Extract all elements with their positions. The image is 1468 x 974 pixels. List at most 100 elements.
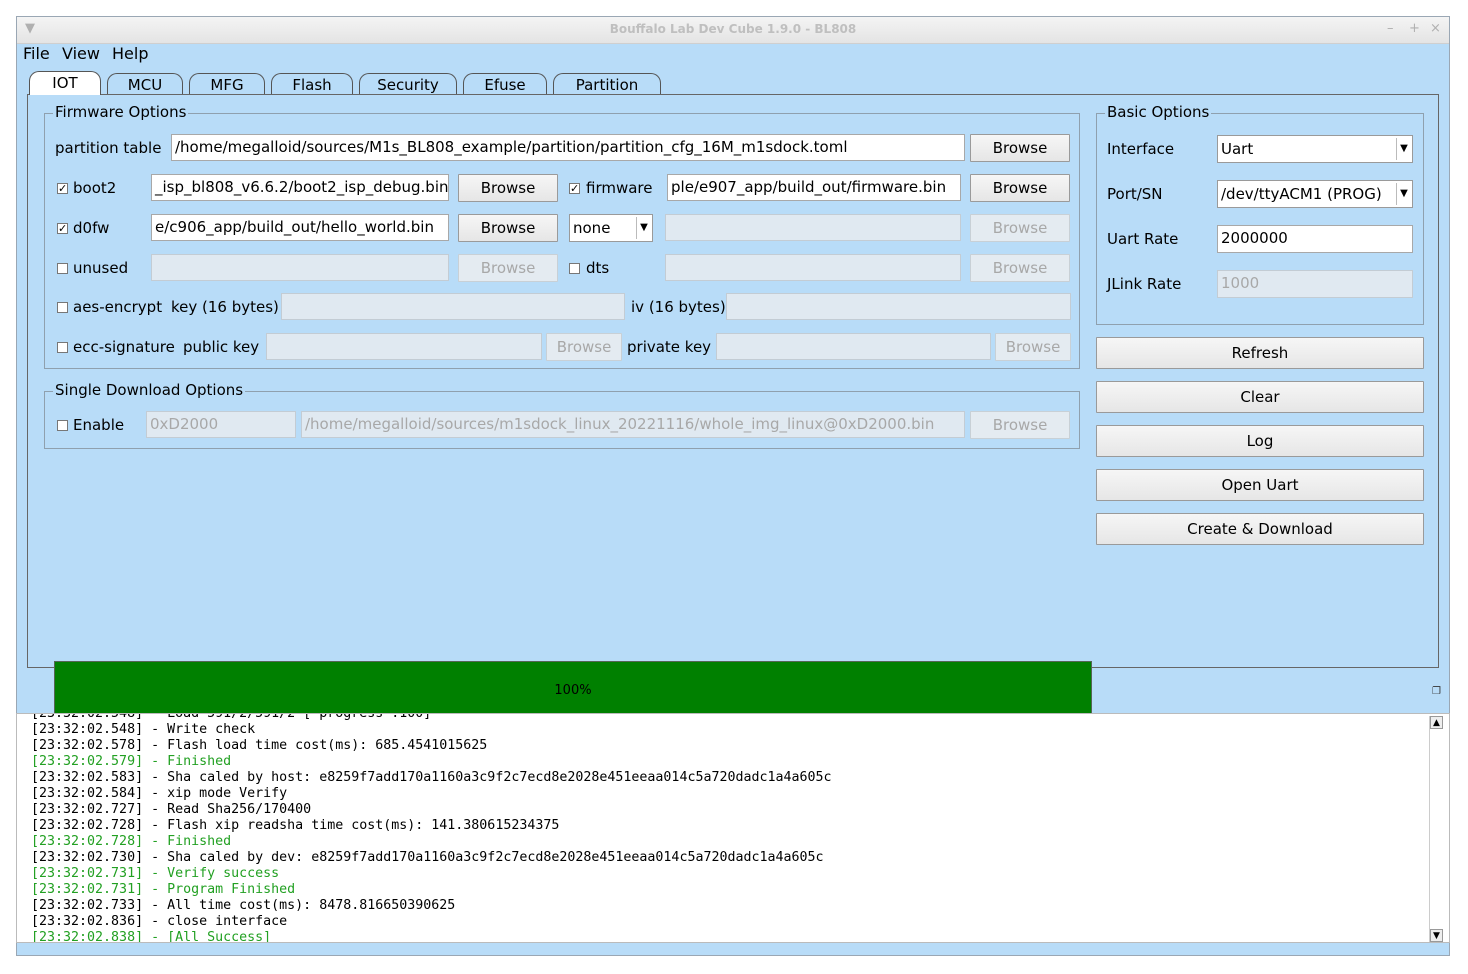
tab-panel: Firmware Options partition table /home/m… [27, 94, 1439, 721]
jlink-rate-label: JLink Rate [1107, 275, 1182, 293]
single-browse-button[interactable]: Browse [970, 411, 1070, 439]
tab-partition[interactable]: Partition [553, 73, 661, 95]
firmware-browse-button[interactable]: Browse [970, 174, 1070, 202]
interface-value: Uart [1221, 140, 1254, 158]
public-key-browse-button[interactable]: Browse [546, 333, 622, 361]
boot2-checkbox[interactable]: ✓ [57, 183, 68, 194]
tab-iot[interactable]: IOT [29, 71, 101, 95]
boot2-input[interactable]: _isp_bl808_v6.6.2/boot2_isp_debug.bin [151, 174, 449, 201]
log-panel[interactable]: [23:32:02.548] - Load 591/2/591/2 [ prog… [16, 713, 1450, 943]
dts-label: dts [586, 259, 610, 277]
single-download-title: Single Download Options [53, 381, 246, 399]
close-icon[interactable]: × [1430, 21, 1441, 36]
dts-input [665, 254, 961, 281]
public-key-label: public key [183, 338, 260, 356]
extra-image-browse-button[interactable]: Browse [970, 214, 1070, 242]
d0fw-label: d0fw [73, 219, 110, 237]
tab-security[interactable]: Security [359, 73, 457, 95]
ecc-signature-checkbox[interactable] [57, 342, 68, 353]
unused-browse-button[interactable]: Browse [458, 254, 558, 282]
firmware-options-title: Firmware Options [53, 103, 189, 121]
log-scrollbar[interactable]: ▲ ▼ [1429, 716, 1443, 942]
log-line: [23:32:02.727] - Read Sha256/170400 [31, 802, 312, 817]
partition-table-input[interactable]: /home/megalloid/sources/M1s_BL808_exampl… [171, 134, 965, 161]
restore-icon[interactable]: ❐ [1432, 686, 1444, 698]
log-line: [23:32:02.548] - Load 591/2/591/2 [ prog… [31, 713, 432, 721]
maximize-icon[interactable]: + [1409, 21, 1420, 36]
menu-bar: File View Help [17, 43, 1449, 65]
log-line: [23:32:02.730] - Sha caled by dev: e8259… [31, 850, 824, 865]
scroll-up-icon[interactable]: ▲ [1430, 716, 1443, 729]
log-line: [23:32:02.836] - close interface [31, 914, 288, 929]
d0fw-browse-button[interactable]: Browse [458, 214, 558, 242]
dts-browse-button[interactable]: Browse [970, 254, 1070, 282]
aes-encrypt-label: aes-encrypt [73, 298, 163, 316]
open-uart-button[interactable]: Open Uart [1096, 469, 1424, 501]
interface-label: Interface [1107, 140, 1175, 158]
tab-mcu[interactable]: MCU [107, 73, 183, 95]
single-enable-checkbox[interactable] [57, 420, 68, 431]
d0fw-checkbox[interactable]: ✓ [57, 223, 68, 234]
log-line: [23:32:02.728] - Flash xip readsha time … [31, 818, 560, 833]
partition-table-label: partition table [55, 139, 162, 157]
log-line: [23:32:02.548] - Write check [31, 722, 256, 737]
firmware-options-frame: Firmware Options partition table /home/m… [44, 103, 1080, 369]
dts-checkbox[interactable] [569, 263, 580, 274]
log-line: [23:32:02.728] - Finished [31, 834, 232, 849]
chevron-down-icon[interactable]: ▼ [1396, 183, 1411, 205]
minimize-icon[interactable]: – [1387, 21, 1394, 36]
log-line: [23:32:02.731] - Verify success [31, 866, 280, 881]
extra-image-input [665, 214, 961, 241]
progress-text: 100% [554, 683, 592, 698]
log-line: [23:32:02.578] - Flash load time cost(ms… [31, 738, 488, 753]
firmware-label: firmware [586, 179, 653, 197]
log-line: [23:32:02.731] - Program Finished [31, 882, 296, 897]
clear-button[interactable]: Clear [1096, 381, 1424, 413]
ecc-signature-label: ecc-signature [73, 338, 175, 356]
port-select[interactable]: /dev/ttyACM1 (PROG) ▼ [1217, 180, 1413, 208]
extra-image-select[interactable]: none ▼ [569, 214, 653, 242]
aes-encrypt-checkbox[interactable] [57, 302, 68, 313]
menu-file[interactable]: File [23, 44, 50, 63]
firmware-checkbox[interactable]: ✓ [569, 183, 580, 194]
chevron-down-icon[interactable]: ▼ [636, 217, 651, 239]
public-key-input [266, 333, 542, 360]
single-path-input[interactable]: /home/megalloid/sources/m1sdock_linux_20… [301, 411, 965, 438]
interface-select[interactable]: Uart ▼ [1217, 135, 1413, 163]
log-line: [23:32:02.579] - Finished [31, 754, 232, 769]
refresh-button[interactable]: Refresh [1096, 337, 1424, 369]
log-button[interactable]: Log [1096, 425, 1424, 457]
boot2-label: boot2 [73, 179, 117, 197]
create-download-button[interactable]: Create & Download [1096, 513, 1424, 545]
unused-input [151, 254, 449, 281]
chevron-down-icon[interactable]: ▼ [1396, 138, 1411, 160]
log-line: [23:32:02.584] - xip mode Verify [31, 786, 288, 801]
partition-browse-button[interactable]: Browse [970, 134, 1070, 162]
single-address-input[interactable]: 0xD2000 [146, 411, 296, 438]
boot2-browse-button[interactable]: Browse [458, 174, 558, 202]
private-key-input [716, 333, 991, 360]
scroll-down-icon[interactable]: ▼ [1430, 929, 1443, 942]
uart-rate-label: Uart Rate [1107, 230, 1179, 248]
window-title: Bouffalo Lab Dev Cube 1.9.0 - BL808 [609, 22, 857, 36]
tab-efuse[interactable]: Efuse [463, 73, 547, 95]
jlink-rate-input[interactable]: 1000 [1217, 270, 1413, 298]
unused-checkbox[interactable] [57, 263, 68, 274]
basic-options-frame: Basic Options Interface Uart ▼ Port/SN /… [1096, 103, 1424, 325]
log-line: [23:32:02.838] - [All Success] [31, 930, 272, 943]
aes-key-label: key (16 bytes) [171, 298, 279, 316]
d0fw-input[interactable]: e/c906_app/build_out/hello_world.bin [151, 214, 449, 241]
aes-iv-input [726, 293, 1071, 320]
single-enable-label: Enable [73, 416, 125, 434]
basic-options-title: Basic Options [1105, 103, 1212, 121]
uart-rate-input[interactable]: 2000000 [1217, 225, 1413, 253]
firmware-input[interactable]: ple/e907_app/build_out/firmware.bin [667, 174, 961, 201]
aes-iv-label: iv (16 bytes) [631, 298, 726, 316]
single-download-frame: Single Download Options Enable 0xD2000 /… [44, 381, 1080, 449]
menu-help[interactable]: Help [112, 44, 148, 63]
unused-label: unused [73, 259, 129, 277]
private-key-browse-button[interactable]: Browse [995, 333, 1071, 361]
tab-mfg[interactable]: MFG [189, 73, 265, 95]
tab-flash[interactable]: Flash [271, 73, 353, 95]
menu-view[interactable]: View [62, 44, 100, 63]
